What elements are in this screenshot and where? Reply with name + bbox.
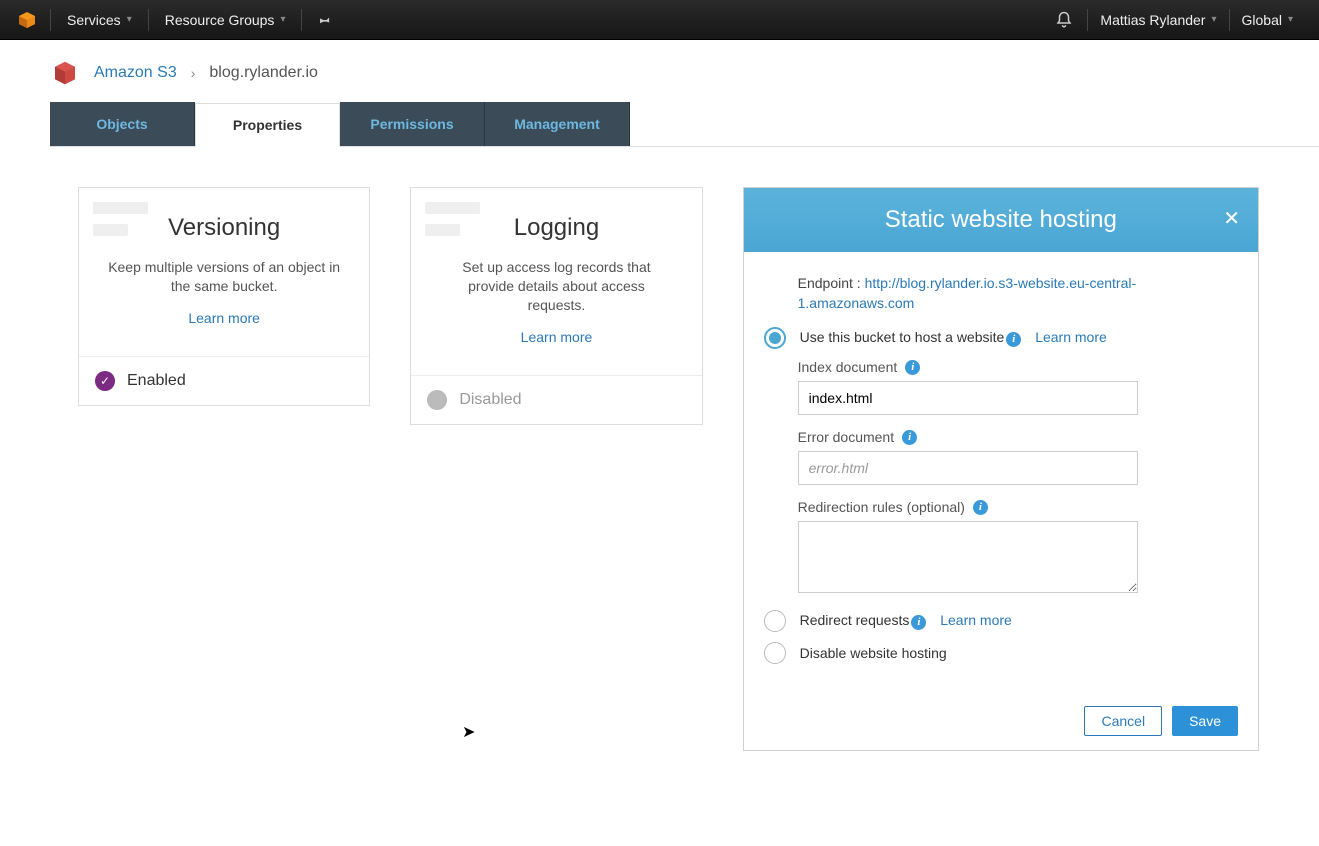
logging-card[interactable]: Logging Set up access log records that p… <box>410 187 702 425</box>
info-icon[interactable]: i <box>973 500 988 515</box>
tab-permissions[interactable]: Permissions <box>340 102 485 146</box>
info-icon[interactable]: i <box>905 360 920 375</box>
info-icon[interactable]: i <box>911 615 926 630</box>
tab-properties[interactable]: Properties <box>195 103 340 147</box>
info-icon[interactable]: i <box>902 430 917 445</box>
logging-status-label: Disabled <box>459 391 521 409</box>
check-circle-icon: ✓ <box>95 371 115 391</box>
versioning-desc: Keep multiple versions of an object in t… <box>97 258 351 296</box>
caret-down-icon: ▾ <box>1211 14 1216 25</box>
caret-down-icon: ▾ <box>280 14 285 25</box>
bucket-icon <box>50 58 80 88</box>
radio-checked-icon[interactable] <box>764 327 786 349</box>
panel-title: Static website hosting <box>885 206 1117 234</box>
endpoint-label: Endpoint : <box>798 275 865 291</box>
logging-desc: Set up access log records that provide d… <box>429 258 683 315</box>
option-redirect-label: Redirect requests <box>800 612 910 628</box>
info-icon[interactable]: i <box>1006 332 1021 347</box>
region-menu[interactable]: Global ▾ <box>1230 0 1306 40</box>
bell-icon <box>1053 9 1075 31</box>
tab-management[interactable]: Management <box>485 102 630 146</box>
error-document-label: Error document i <box>798 429 1204 445</box>
option-redirect-requests[interactable]: Redirect requestsi Learn more <box>764 610 1204 632</box>
pin-icon[interactable] <box>306 0 344 40</box>
region-label: Global <box>1242 12 1282 28</box>
tabs: Objects Properties Permissions Managemen… <box>50 102 1319 147</box>
user-label: Mattias Rylander <box>1100 12 1205 28</box>
aws-logo-icon[interactable] <box>14 7 40 33</box>
chevron-right-icon: › <box>191 65 196 81</box>
breadcrumb-current: blog.rylander.io <box>209 64 318 82</box>
resource-groups-label: Resource Groups <box>165 12 275 28</box>
error-document-input[interactable] <box>798 451 1138 485</box>
cancel-button[interactable]: Cancel <box>1084 706 1162 736</box>
topbar: Services ▾ Resource Groups ▾ Mattias Ryl… <box>0 0 1319 40</box>
versioning-status: ✓ Enabled <box>79 356 369 405</box>
option-host-label: Use this bucket to host a website <box>800 329 1005 345</box>
option-host-website[interactable]: Use this bucket to host a websitei Learn… <box>764 327 1204 349</box>
redirection-rules-label: Redirection rules (optional) i <box>798 499 1204 515</box>
caret-down-icon: ▾ <box>127 14 132 25</box>
save-button[interactable]: Save <box>1172 706 1238 736</box>
notifications-button[interactable] <box>1041 0 1087 40</box>
tab-objects[interactable]: Objects <box>50 102 195 146</box>
logging-learn-more-link[interactable]: Learn more <box>429 329 683 345</box>
card-decoration-icon <box>93 196 163 256</box>
disabled-circle-icon <box>427 390 447 410</box>
redirect-learn-more-link[interactable]: Learn more <box>940 612 1012 628</box>
breadcrumb: Amazon S3 › blog.rylander.io <box>0 40 1319 102</box>
versioning-card[interactable]: Versioning Keep multiple versions of an … <box>78 187 370 406</box>
static-website-hosting-panel: Static website hosting ✕ Endpoint : http… <box>743 187 1259 751</box>
services-label: Services <box>67 12 121 28</box>
radio-unchecked-icon[interactable] <box>764 610 786 632</box>
index-document-label: Index document i <box>798 359 1204 375</box>
user-menu[interactable]: Mattias Rylander ▾ <box>1088 0 1228 40</box>
versioning-status-label: Enabled <box>127 372 186 390</box>
option-disable-label: Disable website hosting <box>800 645 947 661</box>
endpoint-row: Endpoint : http://blog.rylander.io.s3-we… <box>798 274 1204 313</box>
breadcrumb-root[interactable]: Amazon S3 <box>94 64 177 82</box>
logging-status: Disabled <box>411 375 701 424</box>
caret-down-icon: ▾ <box>1288 14 1293 25</box>
close-icon[interactable]: ✕ <box>1223 206 1240 231</box>
host-learn-more-link[interactable]: Learn more <box>1035 329 1107 345</box>
services-menu[interactable]: Services ▾ <box>55 0 144 40</box>
card-decoration-icon <box>425 196 495 256</box>
index-document-input[interactable] <box>798 381 1138 415</box>
redirection-rules-input[interactable] <box>798 521 1138 593</box>
option-disable-hosting[interactable]: Disable website hosting <box>764 642 1204 664</box>
versioning-learn-more-link[interactable]: Learn more <box>97 310 351 326</box>
resource-groups-menu[interactable]: Resource Groups ▾ <box>153 0 298 40</box>
radio-unchecked-icon[interactable] <box>764 642 786 664</box>
